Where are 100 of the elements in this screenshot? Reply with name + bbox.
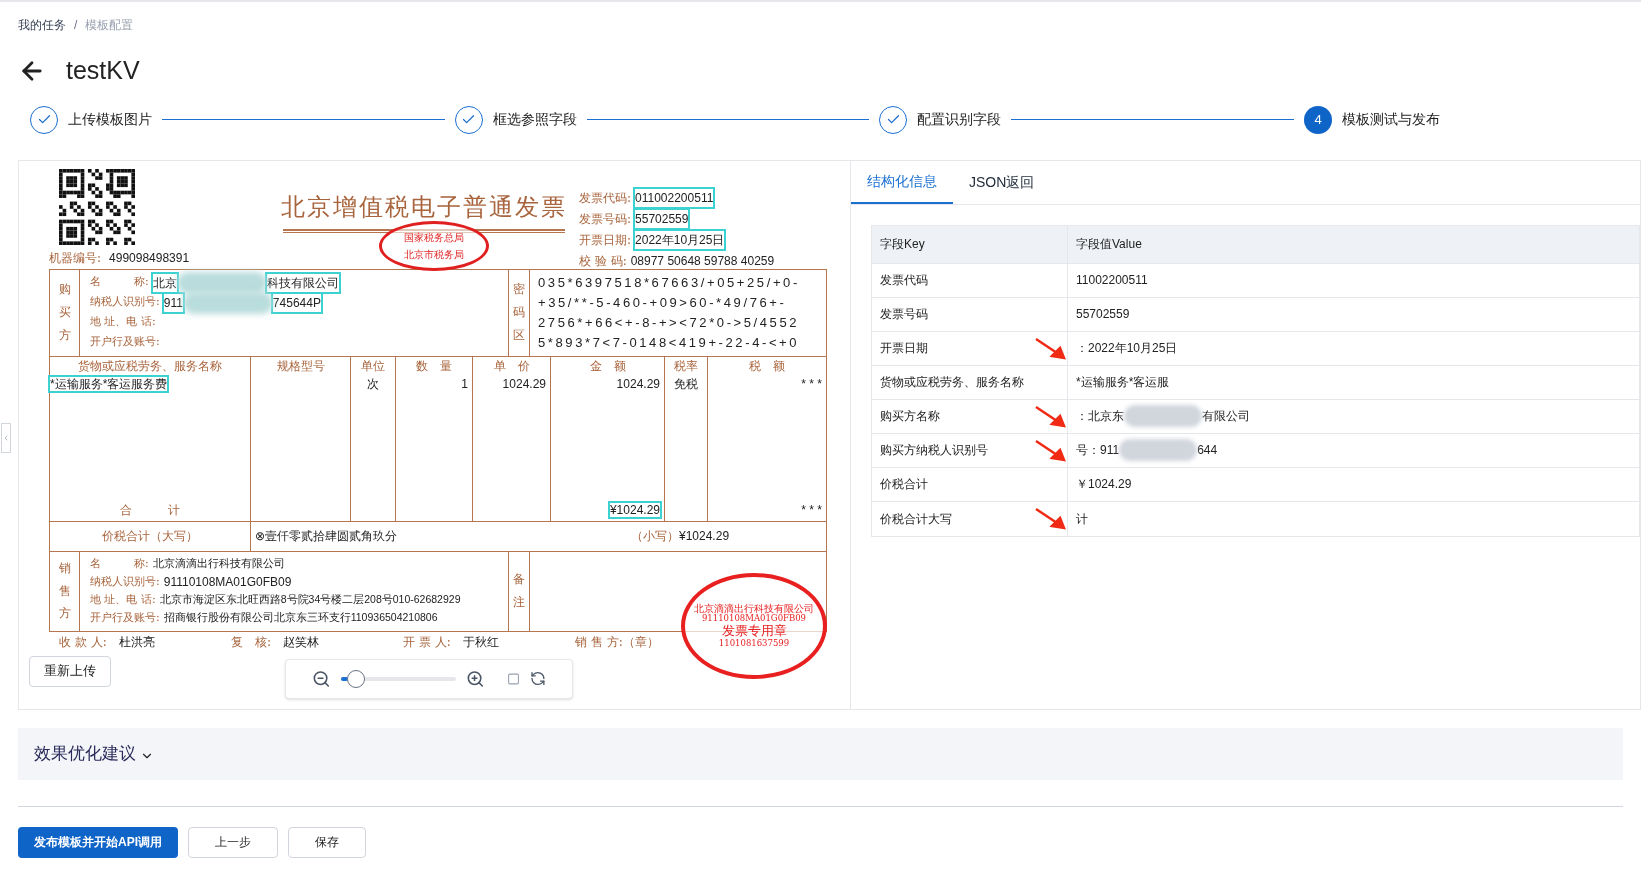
step-indicator: 4 xyxy=(1304,105,1332,134)
table-cell-text: *运输服务*客运服 xyxy=(1076,374,1170,391)
column-header: 货物或应税劳务、服务名称 xyxy=(77,357,223,375)
table-cell-text: 计 xyxy=(1076,510,1088,528)
table-cell-text: 号：911 xyxy=(1076,442,1120,459)
step-label: 配置识别字段 xyxy=(917,110,1002,129)
field-value: 北京 xyxy=(152,273,177,292)
total-words: ⊗壹仟零贰拾肆圆贰角玖分 xyxy=(254,528,398,545)
column-header: 字段Key xyxy=(872,225,1068,263)
total-label: 价税合计（大写） xyxy=(102,528,198,545)
field-value: 于秋红 xyxy=(462,633,499,651)
table-cell: 发票号码 xyxy=(872,297,1068,331)
tab[interactable]: JSON返回 xyxy=(953,160,1051,204)
field-value: 499098498391 xyxy=(109,249,190,267)
table-cell-text: 11002200511 xyxy=(1076,272,1148,289)
field-value: 55702559 xyxy=(635,209,689,228)
stamp-text: 发票专用章 xyxy=(721,623,787,639)
subtotal-amount: ¥1024.29 xyxy=(609,502,660,517)
tab[interactable]: 结构化信息 xyxy=(851,160,953,204)
field-label: 开票日期: xyxy=(579,231,632,249)
table-cell: 价税合计 xyxy=(872,467,1068,501)
column-header: 单 价 xyxy=(492,357,531,375)
cipher-text: 2756*+66<+-8-+><72*0->5/4552 xyxy=(538,313,801,332)
side-label: 密码区 xyxy=(513,281,525,344)
table-cell-text: 1024.29 xyxy=(501,375,547,393)
stamp-text: 91110108MA01G0FB09 xyxy=(701,614,807,624)
column-header: 规格型号 xyxy=(275,357,326,375)
side-label: 销售方 xyxy=(58,559,71,623)
field-label: 名 称: xyxy=(90,555,149,572)
field-label: 地 址、电 话: xyxy=(90,314,156,331)
stamp-text: 1101081637599 xyxy=(718,638,790,649)
field-label: 复 核: xyxy=(231,633,272,651)
advice-title: 效果优化建议 xyxy=(34,742,136,765)
field-label: 名 称: xyxy=(90,274,149,291)
total-small-label: （小写） xyxy=(631,528,679,545)
field-label: 发票号码: xyxy=(579,210,632,228)
step-label: 模板测试与发布 xyxy=(1342,110,1440,129)
side-label: 购买方 xyxy=(58,281,71,344)
field-label: 开 票 人: xyxy=(403,633,451,651)
zoom-slider[interactable] xyxy=(340,669,457,688)
field-label: 地 址、电 话: xyxy=(90,591,156,608)
field-value: 杜洪亮 xyxy=(118,633,155,651)
column-header: 税率 xyxy=(673,357,699,375)
subtotal-label: 合 计 xyxy=(120,502,180,517)
field-label: 销 售 方:（章） xyxy=(575,633,659,651)
table-cell-text: 1 xyxy=(460,375,469,393)
side-label: 备注 xyxy=(513,571,525,611)
step-label: 框选参照字段 xyxy=(492,110,577,129)
zoom-in-icon[interactable] xyxy=(466,668,486,689)
table-cell: 货物或应税劳务、服务名称 xyxy=(872,365,1068,399)
table-cell-text: * * * xyxy=(800,375,823,393)
column-header: 数 量 xyxy=(415,357,453,375)
table-cell-text: 次 xyxy=(366,375,380,393)
table-cell-text: 有限公司 xyxy=(1202,408,1250,425)
reupload-button[interactable]: 重新上传 xyxy=(29,655,111,687)
invoice-title: 北京增值税电子普通发票 xyxy=(281,191,567,223)
table-cell-text: 55702559 xyxy=(1076,306,1130,323)
action-button[interactable]: 上一步 xyxy=(188,826,278,858)
breadcrumb-separator: / xyxy=(74,17,78,34)
field-value: 赵笑林 xyxy=(283,633,320,651)
collapse-handle[interactable] xyxy=(1,422,11,453)
table-cell-text: ：北京东 xyxy=(1076,408,1124,425)
table-cell-text: 1024.29 xyxy=(615,375,661,393)
subtotal-tax: * * * xyxy=(800,501,823,519)
field-label: 开户行及账号: xyxy=(90,334,160,351)
field-value: 北京滴滴出行科技有限公司 xyxy=(152,556,285,572)
stamp-text: 北京滴滴出行科技有限公司 xyxy=(694,602,814,614)
zoom-out-icon[interactable] xyxy=(312,668,331,689)
field-value: 科技有限公司 xyxy=(266,273,339,292)
rotate-icon[interactable] xyxy=(530,670,546,687)
breadcrumb-link[interactable]: 我的任务 xyxy=(18,16,66,34)
table-cell-text: 644 xyxy=(1197,442,1218,459)
field-label: 纳税人识别号: xyxy=(90,573,160,590)
field-value: 745644P xyxy=(272,293,321,312)
action-button[interactable]: 发布模板并开始API调用 xyxy=(18,826,178,858)
action-button[interactable]: 保存 xyxy=(288,826,366,858)
column-header: 金 额 xyxy=(588,357,627,375)
cipher-text: +35/**-5-460-+09>60-*49/76+- xyxy=(538,293,788,312)
field-value: 2022年10月25日 xyxy=(635,230,725,249)
stamp-text: 北京市税务局 xyxy=(404,247,464,262)
field-label: 校 验 码: xyxy=(579,252,627,270)
slider-thumb[interactable] xyxy=(346,669,365,688)
field-value: 招商银行股份有限公司北京东三环支行110936504210806 xyxy=(163,610,438,626)
column-header: 单位 xyxy=(360,357,386,375)
table-cell-text: ：2022年10月25日 xyxy=(1076,340,1178,357)
field-value: 011002200511 xyxy=(635,188,714,207)
field-value: 911 xyxy=(163,293,183,312)
cipher-text: 5*893*7<7-0148<419+-22-4-<+0 xyxy=(538,333,801,352)
field-label: 纳税人识别号: xyxy=(90,294,160,311)
table-cell-text: 免税 xyxy=(673,375,699,393)
column-header: 字段值Value xyxy=(1075,236,1143,253)
field-value: 北京市海淀区东北旺西路8号院34号楼二层208号010-62682929 xyxy=(159,592,461,608)
advice-panel[interactable]: 效果优化建议 xyxy=(18,727,1623,780)
table-cell-text: *运输服务*客运服务费 xyxy=(50,375,169,393)
total-small-value: ¥1024.29 xyxy=(679,528,730,545)
table-cell: 发票代码 xyxy=(872,263,1068,297)
cipher-text: 035*6397518*67663/+05+25/+0- xyxy=(538,273,801,292)
field-label: 开户行及账号: xyxy=(90,609,160,626)
page-title: testKV xyxy=(66,55,140,86)
table-cell-text: ￥1024.29 xyxy=(1076,476,1132,493)
